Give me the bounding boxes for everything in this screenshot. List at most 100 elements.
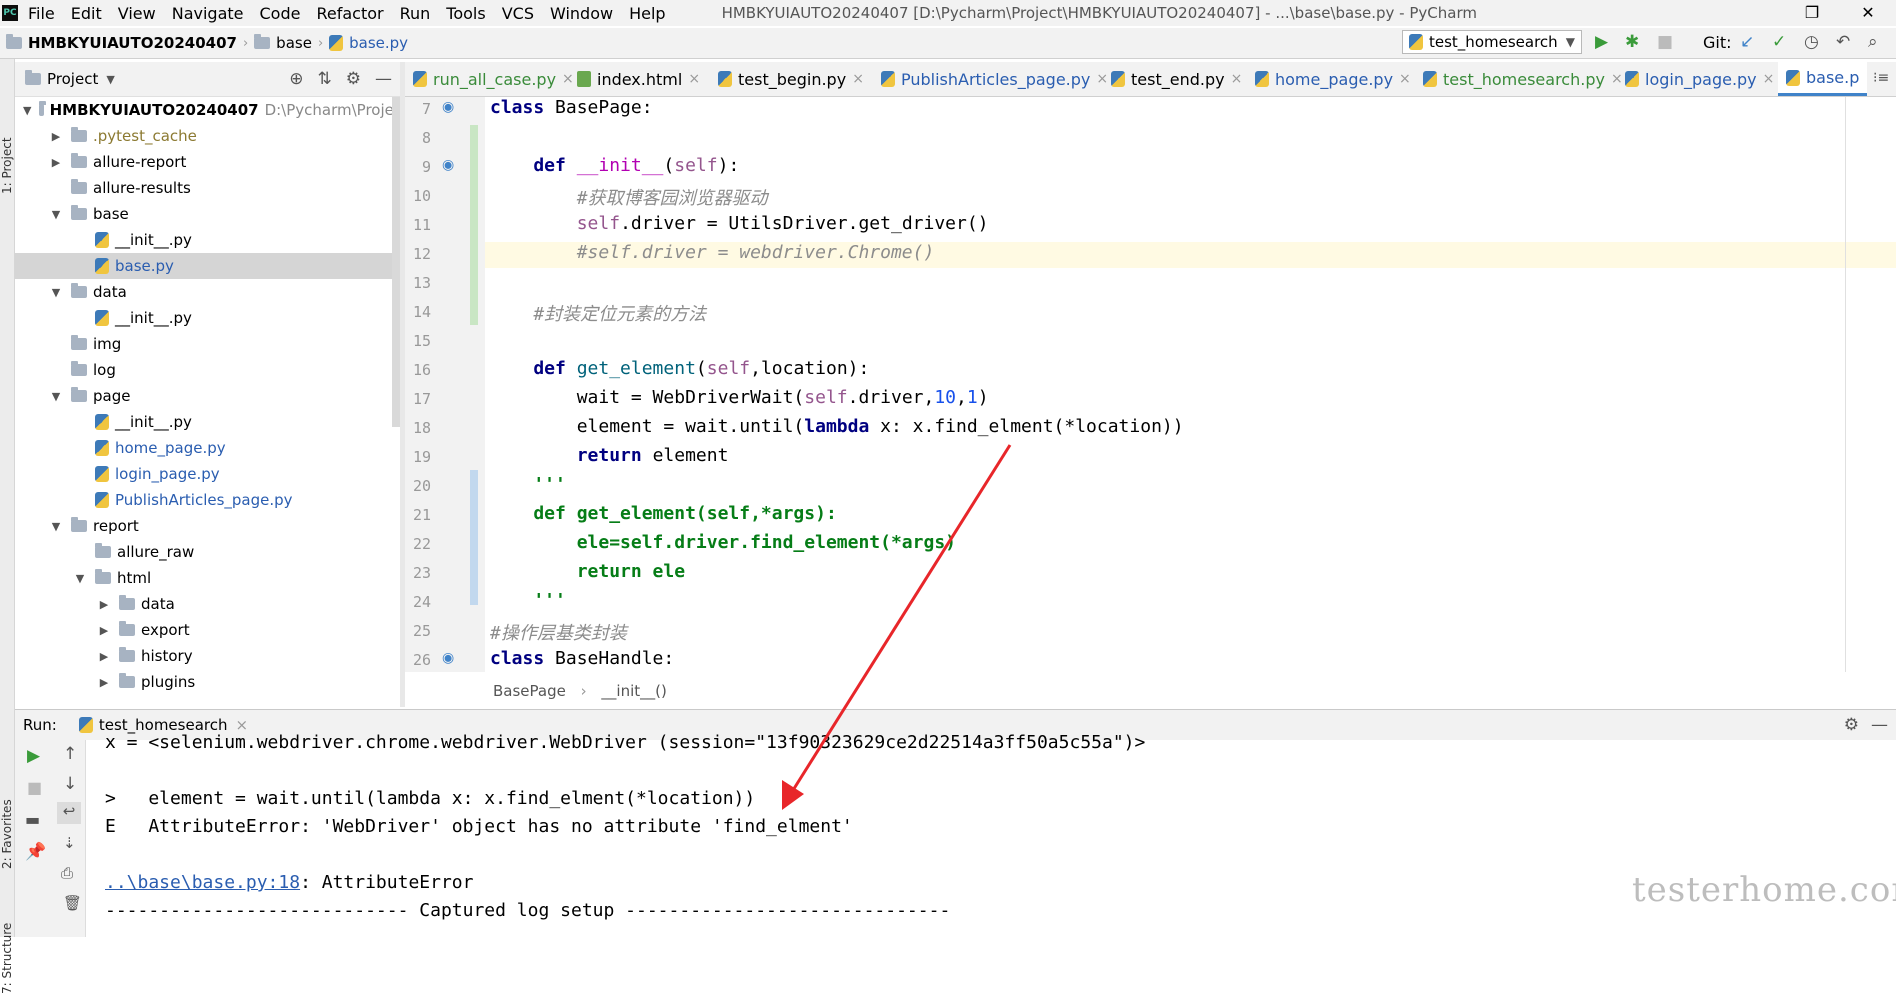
close-icon[interactable]: × — [1399, 71, 1411, 87]
tree-item-report[interactable]: ▼ report — [15, 513, 400, 539]
run-configuration-select[interactable]: test_homesearch ▼ — [1402, 30, 1582, 54]
history-icon[interactable]: ◷ — [1804, 32, 1819, 52]
tree-item-base-py[interactable]: base.py — [15, 253, 400, 279]
tab-index-html[interactable]: index.html × — [577, 62, 700, 96]
close-icon[interactable]: × — [1096, 71, 1108, 87]
up-arrow-icon[interactable]: ↑ — [63, 744, 77, 764]
stop-icon[interactable]: ■ — [27, 778, 42, 797]
gear-icon[interactable]: ⚙ — [1844, 715, 1859, 735]
tab-publish-articles[interactable]: PublishArticles_page.py × — [881, 62, 1108, 96]
tree-item-page-init[interactable]: __init__.py — [15, 409, 400, 435]
menu-refactor[interactable]: Refactor — [316, 4, 383, 23]
crumb-method[interactable]: __init__() — [601, 682, 666, 700]
tree-item-base[interactable]: ▼ base — [15, 201, 400, 227]
project-panel-header: Project ▼ ⊕ ⇅ ⚙ — — [15, 62, 400, 97]
menu-help[interactable]: Help — [629, 4, 665, 23]
tree-item-allure-report[interactable]: ▶ allure-report — [15, 149, 400, 175]
tree-item-export[interactable]: ▶ export — [15, 617, 400, 643]
favorites-tool-tab[interactable]: 2: Favorites — [0, 799, 14, 869]
menu-window[interactable]: Window — [550, 4, 613, 23]
tab-test-homesearch[interactable]: test_homesearch.py × — [1423, 62, 1623, 96]
tab-login-page[interactable]: login_page.py × — [1625, 62, 1774, 96]
menu-navigate[interactable]: Navigate — [172, 4, 244, 23]
tab-test-begin[interactable]: test_begin.py × — [718, 62, 864, 96]
scroll-to-end-icon[interactable]: ⇣ — [63, 834, 76, 852]
collapse-icon[interactable]: ⇅ — [318, 69, 332, 89]
close-icon[interactable]: ✕ — [1840, 0, 1896, 26]
file-link[interactable]: ..\base\base.py:18 — [105, 872, 300, 893]
hide-icon[interactable]: — — [1871, 715, 1888, 735]
breadcrumb-project[interactable]: HMBKYUIAUTO20240407 — [28, 34, 237, 52]
search-icon[interactable]: ⌕ — [1868, 32, 1878, 52]
pin-icon[interactable]: 📌 — [25, 842, 46, 862]
print-icon[interactable]: ⎙ — [61, 864, 73, 882]
git-update-icon[interactable]: ↙ — [1740, 32, 1754, 52]
folder-icon — [39, 101, 47, 116]
code-token: wait = WebDriverWait( — [490, 387, 805, 408]
menu-view[interactable]: View — [118, 4, 156, 23]
menu-vcs[interactable]: VCS — [502, 4, 534, 23]
tree-item-log[interactable]: log — [15, 357, 400, 383]
gear-icon[interactable]: ⚙ — [346, 69, 361, 89]
git-commit-icon[interactable]: ✓ — [1772, 32, 1786, 52]
tab-home-page[interactable]: home_page.py × — [1255, 62, 1411, 96]
tree-item-base-init[interactable]: __init__.py — [15, 227, 400, 253]
tree-item-page[interactable]: ▼ page — [15, 383, 400, 409]
close-icon[interactable]: × — [852, 71, 864, 87]
debug-icon[interactable]: ✱ — [1625, 32, 1639, 52]
project-tool-tab[interactable]: 1: Project — [0, 137, 14, 194]
code-token: get_element — [576, 358, 696, 379]
close-icon[interactable]: × — [1763, 71, 1775, 87]
tree-item-allure-raw[interactable]: allure_raw — [15, 539, 400, 565]
restore-icon[interactable]: ❐ — [1784, 0, 1840, 26]
menu-tools[interactable]: Tools — [446, 4, 485, 23]
tree-item-allure-results[interactable]: allure-results — [15, 175, 400, 201]
tab-run-all-case[interactable]: run_all_case.py × — [413, 62, 574, 96]
rerun-icon[interactable]: ▶ — [27, 746, 40, 766]
trash-icon[interactable]: 🗑 — [63, 894, 82, 912]
close-icon[interactable]: × — [1231, 71, 1243, 87]
layout-icon[interactable]: ▬ — [25, 810, 40, 829]
hide-icon[interactable]: — — [375, 69, 392, 89]
override-gutter-icon[interactable]: ◉ — [442, 99, 454, 115]
close-icon[interactable]: × — [688, 71, 700, 87]
override-gutter-icon[interactable]: ◉ — [442, 650, 454, 666]
tree-item-login-page[interactable]: login_page.py — [15, 461, 400, 487]
down-arrow-icon[interactable]: ↓ — [63, 774, 77, 794]
tab-base-py[interactable]: base.p — [1778, 62, 1868, 96]
menu-edit[interactable]: Edit — [71, 4, 102, 23]
menu-code[interactable]: Code — [260, 4, 301, 23]
chevron-down-icon[interactable]: ▼ — [106, 73, 114, 86]
stop-icon[interactable]: ■ — [1657, 32, 1673, 52]
tree-item-img[interactable]: img — [15, 331, 400, 357]
project-panel-title[interactable]: Project — [47, 70, 98, 88]
tab-test-end[interactable]: test_end.py × — [1111, 62, 1242, 96]
folder-icon — [119, 673, 135, 688]
code-token: return — [576, 445, 642, 466]
tree-item-html-data[interactable]: ▶ data — [15, 591, 400, 617]
menu-run[interactable]: Run — [400, 4, 431, 23]
tree-item-pytest-cache[interactable]: ▶ .pytest_cache — [15, 123, 400, 149]
tree-root[interactable]: ▼ HMBKYUIAUTO20240407 D:\Pycharm\Project — [15, 97, 400, 123]
override-gutter-icon[interactable]: ◉ — [442, 157, 454, 173]
tree-item-home-page[interactable]: home_page.py — [15, 435, 400, 461]
rollback-icon[interactable]: ↶ — [1836, 32, 1850, 52]
breadcrumb-folder[interactable]: base — [276, 34, 312, 52]
soft-wrap-icon[interactable]: ↩ — [57, 802, 81, 824]
tree-item-plugins[interactable]: ▶ plugins — [15, 669, 400, 695]
project-scrollbar[interactable] — [392, 97, 400, 427]
tree-item-html[interactable]: ▼ html — [15, 565, 400, 591]
tab-list-icon[interactable]: ⁝≡ — [1873, 70, 1889, 86]
tree-item-publish-articles[interactable]: PublishArticles_page.py — [15, 487, 400, 513]
structure-tool-tab[interactable]: 7: Structure — [0, 923, 14, 994]
menu-file[interactable]: File — [28, 4, 55, 23]
close-icon[interactable]: × — [1611, 71, 1623, 87]
crumb-class[interactable]: BasePage — [493, 682, 566, 700]
tree-item-data[interactable]: ▼ data — [15, 279, 400, 305]
run-icon[interactable]: ▶ — [1595, 32, 1608, 52]
close-icon[interactable]: × — [562, 71, 574, 87]
tree-item-history[interactable]: ▶ history — [15, 643, 400, 669]
tree-item-data-init[interactable]: __init__.py — [15, 305, 400, 331]
breadcrumb-file[interactable]: base.py — [349, 34, 408, 52]
locate-icon[interactable]: ⊕ — [289, 69, 303, 89]
